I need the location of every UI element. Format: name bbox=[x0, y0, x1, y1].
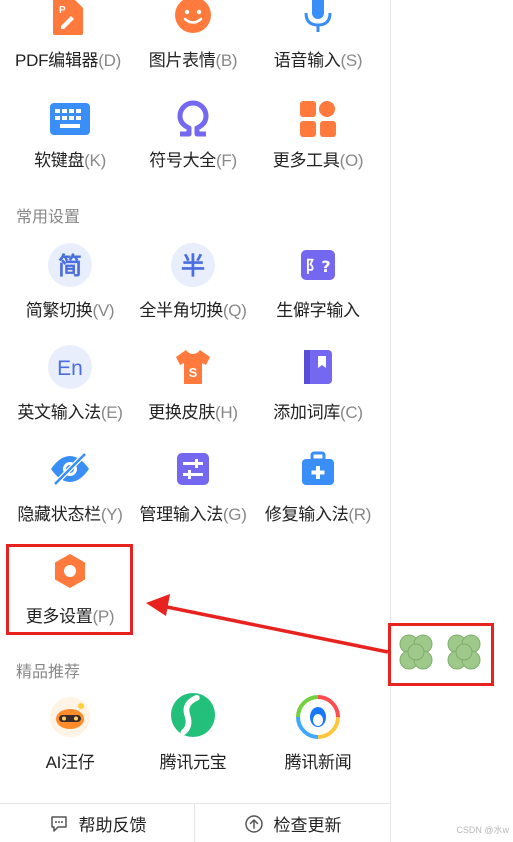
pdf-icon: P bbox=[45, 0, 91, 40]
svg-text:半: 半 bbox=[181, 252, 205, 280]
simplified-traditional-label: 简繁切换 bbox=[25, 301, 93, 320]
check-update-button[interactable]: 检查更新 bbox=[195, 804, 390, 842]
jian-icon: 简 bbox=[47, 242, 93, 288]
watermark: CSDN @水w bbox=[456, 825, 509, 835]
manage-ime-label: 管理输入法 bbox=[139, 505, 223, 524]
manage-ime-key: (G) bbox=[222, 505, 247, 524]
soft-keyboard-item[interactable]: 软键盘(K) bbox=[5, 96, 135, 196]
english-input-item[interactable]: En 英文输入法(E) bbox=[5, 342, 135, 442]
grid-icon bbox=[295, 96, 341, 142]
book-icon bbox=[295, 344, 341, 390]
repair-ime-key: (R) bbox=[348, 505, 372, 524]
smiley-icon bbox=[170, 0, 216, 38]
tools-row-1: P PDF编辑器(D) 图片表情(B) 语音输入(S) bbox=[0, 0, 391, 100]
annotation-box-more-settings bbox=[6, 544, 133, 635]
add-dictionary-label: 添加词库 bbox=[273, 403, 341, 422]
svg-text:En: En bbox=[57, 357, 83, 380]
tshirt-icon: S bbox=[170, 344, 216, 390]
annotation-arrow bbox=[146, 594, 389, 654]
voice-input-label: 语音输入 bbox=[273, 51, 341, 70]
hide-statusbar-item[interactable]: 隐藏状态栏(Y) bbox=[5, 444, 135, 544]
full-half-width-key: (Q) bbox=[222, 301, 247, 320]
symbols-item[interactable]: 符号大全(F) bbox=[128, 96, 258, 196]
pdf-editor-item[interactable]: P PDF编辑器(D) bbox=[3, 0, 133, 100]
settings-row-3: 隐藏状态栏(Y) 管理输入法(G) 修复输入法(R) bbox=[0, 444, 391, 544]
sliders-icon bbox=[170, 446, 216, 492]
clover-tray-icon bbox=[399, 634, 481, 670]
emoji-label: 图片表情 bbox=[148, 51, 216, 70]
full-half-width-label: 全半角切换 bbox=[139, 301, 223, 320]
help-feedback-button[interactable]: 帮助反馈 bbox=[0, 804, 195, 842]
microphone-icon bbox=[295, 0, 341, 38]
symbols-label: 符号大全 bbox=[149, 151, 216, 170]
hide-statusbar-key: (Y) bbox=[100, 505, 123, 524]
english-input-label: 英文输入法 bbox=[17, 403, 101, 422]
keyboard-icon bbox=[47, 96, 93, 142]
add-dictionary-key: (C) bbox=[340, 403, 363, 422]
featured-row: AI汪仔 腾讯元宝 腾讯新闻 bbox=[0, 692, 391, 792]
check-update-label: 检查更新 bbox=[273, 816, 342, 835]
ai-wangzai-label: AI汪仔 bbox=[45, 753, 95, 772]
settings-row-2: En 英文输入法(E) S 更换皮肤(H) 添加词库(C) bbox=[0, 342, 391, 442]
section-title-featured: 精品推荐 bbox=[16, 664, 81, 681]
repair-ime-item[interactable]: 修复输入法(R) bbox=[253, 444, 383, 544]
manage-ime-item[interactable]: 管理输入法(G) bbox=[128, 444, 258, 544]
svg-text:简: 简 bbox=[58, 252, 82, 280]
change-skin-label: 更换皮肤 bbox=[148, 403, 216, 422]
voice-input-item[interactable]: 语音输入(S) bbox=[253, 0, 383, 100]
ban-icon: 半 bbox=[170, 242, 216, 288]
svg-text:P: P bbox=[59, 5, 66, 16]
ai-wangzai-item[interactable]: AI汪仔 bbox=[5, 692, 135, 792]
svg-text:S: S bbox=[189, 365, 198, 380]
emoji-item[interactable]: 图片表情(B) bbox=[128, 0, 258, 100]
full-half-width-item[interactable]: 半 全半角切换(Q) bbox=[128, 240, 258, 340]
add-dictionary-item[interactable]: 添加词库(C) bbox=[253, 342, 383, 442]
news-icon bbox=[295, 694, 341, 740]
rare-char-icon: 阝? bbox=[295, 242, 341, 288]
symbols-key: (F) bbox=[216, 151, 237, 170]
simplified-traditional-item[interactable]: 简 简繁切换(V) bbox=[5, 240, 135, 340]
more-tools-item[interactable]: 更多工具(O) bbox=[253, 96, 383, 196]
hide-statusbar-label: 隐藏状态栏 bbox=[17, 505, 101, 524]
change-skin-item[interactable]: S 更换皮肤(H) bbox=[128, 342, 258, 442]
tools-row-2: 软键盘(K) 符号大全(F) 更多工具(O) bbox=[0, 96, 391, 196]
soft-keyboard-key: (K) bbox=[84, 151, 106, 170]
desktop-background bbox=[391, 0, 513, 842]
emoji-key: (B) bbox=[215, 51, 238, 70]
rare-char-input-item[interactable]: 阝? 生僻字输入 bbox=[253, 240, 383, 340]
yuanbao-icon bbox=[170, 692, 216, 738]
tencent-yuanbao-item[interactable]: 腾讯元宝 bbox=[128, 692, 258, 792]
help-feedback-label: 帮助反馈 bbox=[78, 816, 147, 835]
eye-off-icon bbox=[47, 446, 93, 492]
toolbox-icon bbox=[295, 446, 341, 492]
tray-icons[interactable] bbox=[393, 628, 489, 681]
soft-keyboard-label: 软键盘 bbox=[34, 151, 85, 170]
change-skin-key: (H) bbox=[215, 403, 238, 422]
chat-bubble-icon bbox=[49, 814, 69, 834]
omega-icon bbox=[170, 96, 216, 142]
more-tools-key: (O) bbox=[339, 151, 364, 170]
en-icon: En bbox=[47, 344, 93, 390]
arrow-up-circle-icon bbox=[244, 814, 264, 834]
pdf-editor-label: PDF编辑器 bbox=[15, 51, 99, 70]
voice-input-key: (S) bbox=[340, 51, 363, 70]
ime-menu-panel: P PDF编辑器(D) 图片表情(B) 语音输入(S) 软键盘(K) 符号大全(… bbox=[0, 0, 391, 842]
tencent-news-item[interactable]: 腾讯新闻 bbox=[253, 692, 383, 792]
tencent-news-label: 腾讯新闻 bbox=[284, 753, 352, 772]
rare-char-input-label: 生僻字输入 bbox=[276, 301, 360, 320]
english-input-key: (E) bbox=[100, 403, 123, 422]
footer-bar: 帮助反馈 检查更新 bbox=[0, 803, 391, 842]
section-title-common: 常用设置 bbox=[16, 209, 81, 226]
more-tools-label: 更多工具 bbox=[272, 151, 340, 170]
simplified-traditional-key: (V) bbox=[92, 301, 115, 320]
repair-ime-label: 修复输入法 bbox=[264, 505, 349, 524]
svg-text:阝?: 阝? bbox=[305, 257, 330, 276]
pdf-editor-key: (D) bbox=[98, 51, 121, 70]
settings-row-1: 简 简繁切换(V) 半 全半角切换(Q) 阝? 生僻字输入 bbox=[0, 240, 391, 340]
tencent-yuanbao-label: 腾讯元宝 bbox=[159, 753, 227, 772]
ai-wangzai-icon bbox=[47, 694, 93, 740]
